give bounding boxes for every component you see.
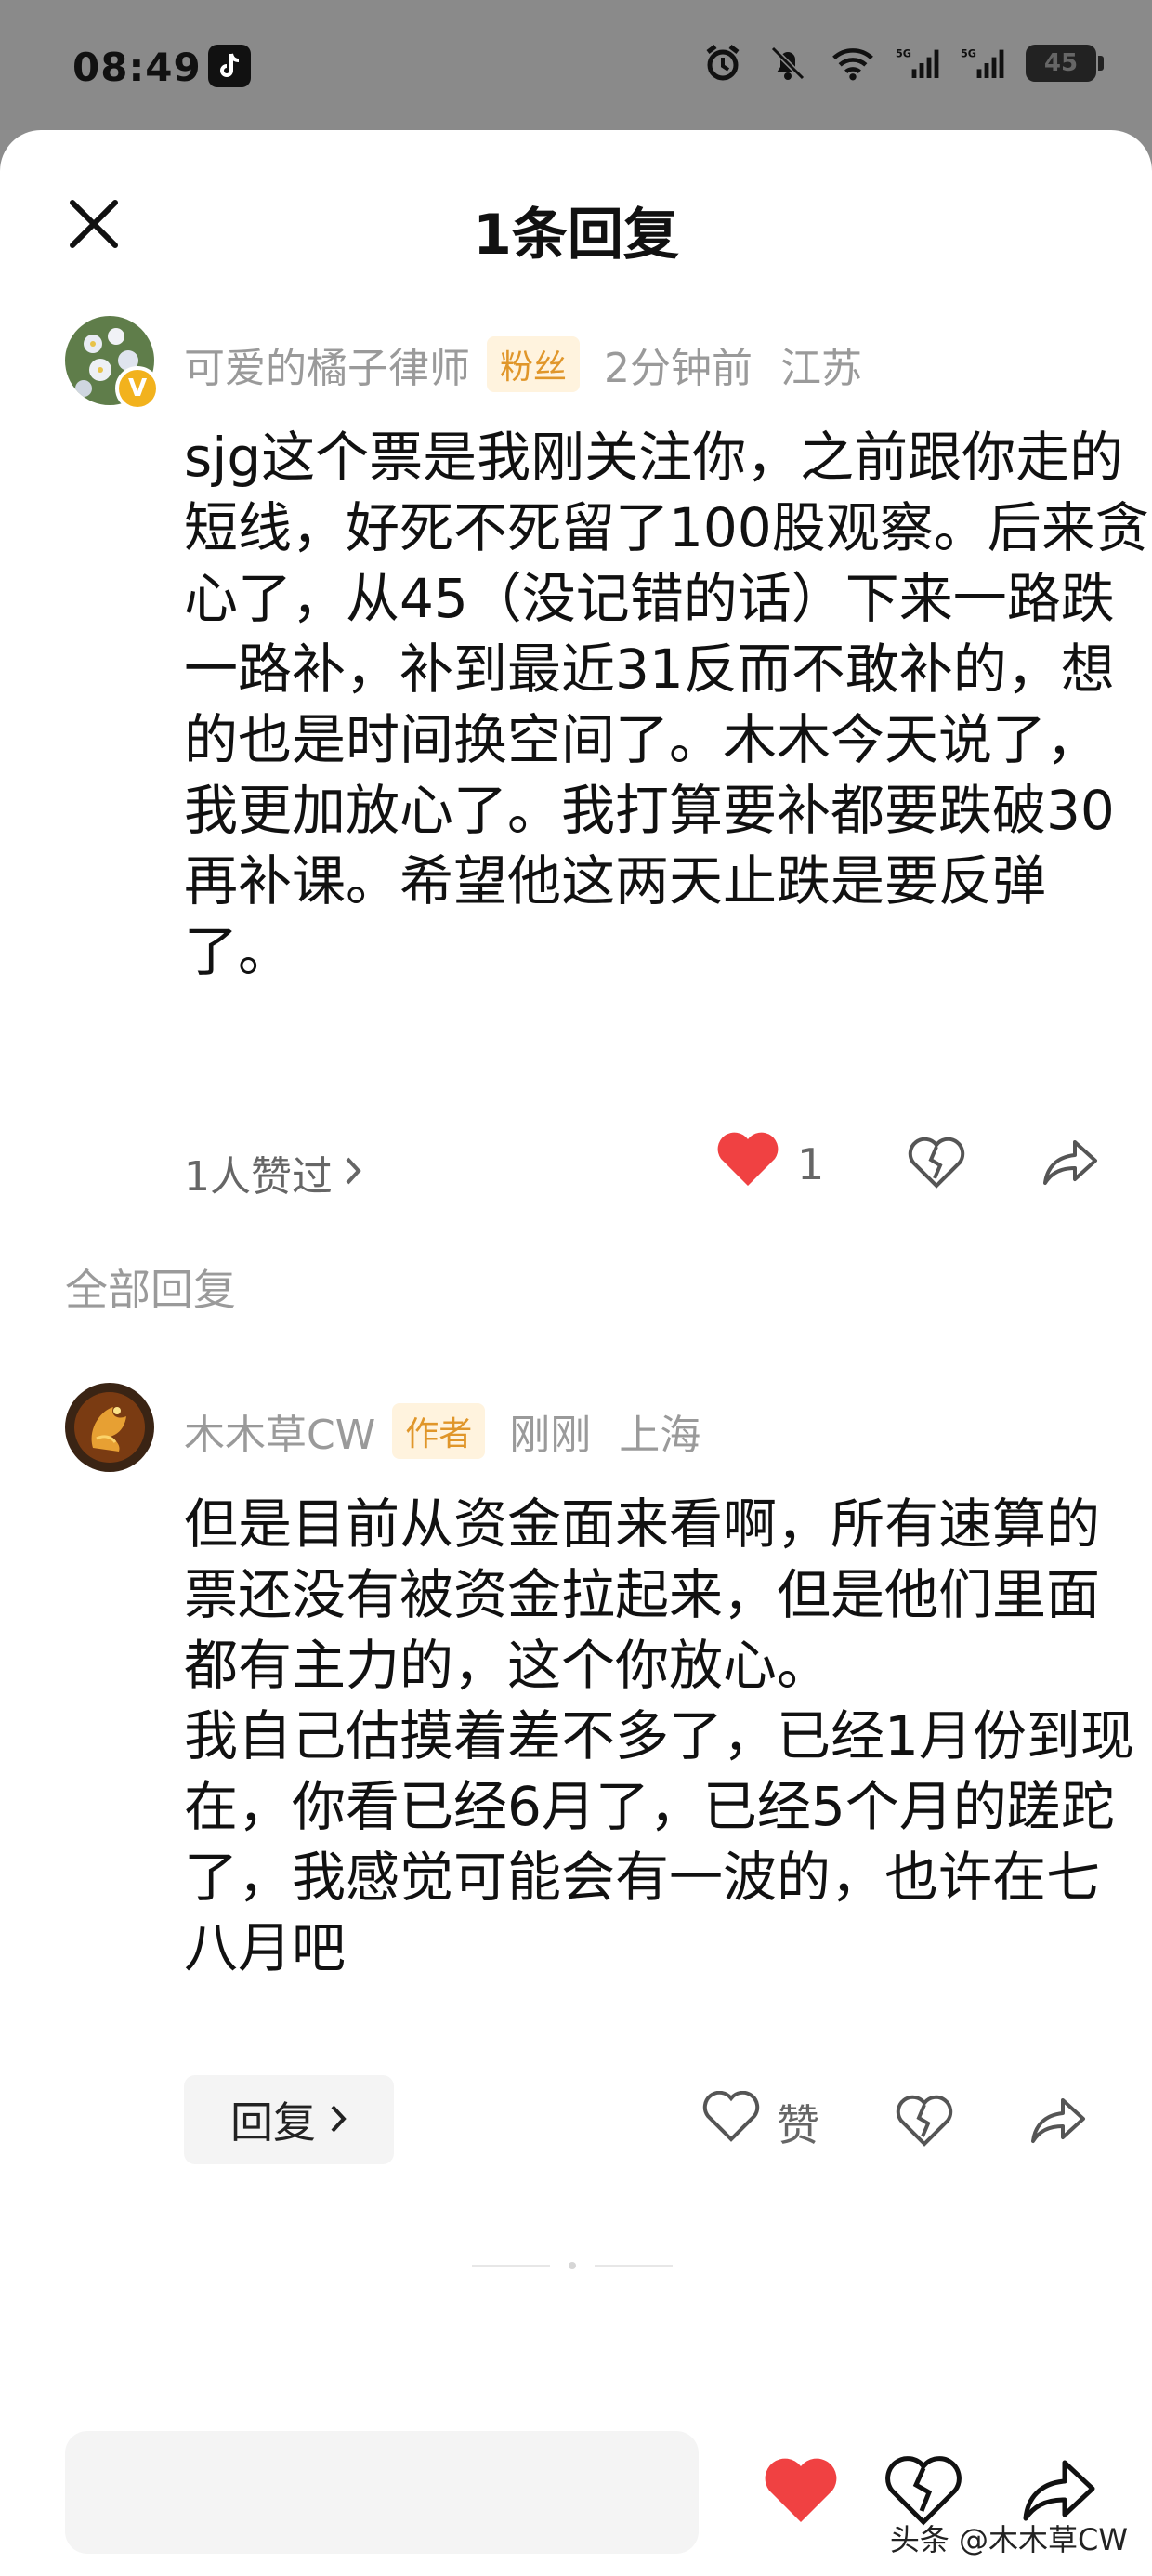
signal-5g-icon: 5G (961, 41, 1005, 85)
divider (472, 2264, 550, 2267)
username[interactable]: 可爱的橘子律师 (184, 335, 470, 394)
avatar[interactable] (65, 1383, 154, 1472)
bottom-bar: 头条 @木木草CW (0, 2398, 1152, 2576)
page-title: 1条回复 (473, 203, 679, 268)
like-button[interactable]: 赞 (702, 2090, 819, 2153)
heart-filled-icon (715, 1130, 780, 1198)
comment-time: 2分钟前 (604, 345, 753, 392)
like-summary-text: 1人赞过 (184, 1153, 333, 1201)
list-end-indicator (472, 2262, 673, 2269)
author-tag: 作者 (392, 1403, 486, 1459)
like-summary-link[interactable]: 1人赞过 (184, 1143, 362, 1203)
reply-button-label: 回复 (230, 2097, 316, 2148)
comment-location: 江苏 (780, 345, 863, 392)
share-icon[interactable] (1029, 2095, 1087, 2150)
section-label: 全部回复 (65, 1265, 236, 1315)
svg-text:5G: 5G (896, 48, 911, 60)
share-icon[interactable] (1041, 1137, 1099, 1192)
status-time: 08:49 (72, 45, 202, 90)
reply-actions: 赞 (702, 2090, 1087, 2153)
battery-icon: 45 (1026, 45, 1104, 82)
reply-text: 但是目前从资金面来看啊，所有速算的票还没有被资金拉起来，但是他们里面都有主力的，… (184, 1492, 1134, 1979)
bell-off-icon (766, 41, 810, 85)
like-label: 赞 (777, 2099, 819, 2150)
tiktok-icon (208, 45, 251, 87)
reply-sheet: 1条回复 V 可爱的橘子律师 粉丝 2分钟前 江苏 sjg这个票是我刚关注你，之… (0, 130, 1152, 2576)
comment-meta: 可爱的橘子律师 粉丝 2分钟前 江苏 (184, 335, 862, 394)
reply-time: 刚刚 (509, 1412, 592, 1459)
divider-dot (569, 2262, 576, 2269)
main-comment-actions: 1 (715, 1130, 1099, 1198)
svg-text:5G: 5G (961, 48, 976, 60)
reply-location: 上海 (619, 1412, 701, 1459)
heart-outline-icon (702, 2090, 760, 2153)
dislike-icon[interactable] (896, 2094, 953, 2151)
alarm-icon (700, 41, 745, 85)
reply-input[interactable] (65, 2431, 699, 2554)
dislike-icon[interactable] (908, 1136, 965, 1193)
signal-5g-icon: 5G (896, 41, 940, 85)
divider (595, 2264, 673, 2267)
reply-comment: 木木草CW 作者 刚刚 上海 但是目前从资金面来看啊，所有速算的票还没有被资金拉… (65, 1383, 1134, 2089)
verified-badge-icon: V (115, 366, 160, 411)
wifi-icon (831, 41, 875, 85)
heart-filled-icon[interactable] (762, 2451, 840, 2530)
username[interactable]: 木木草CW (184, 1401, 375, 1461)
like-count: 1 (797, 1138, 825, 1189)
watermark: 头条 @木木草CW (889, 2522, 1128, 2557)
reply-button[interactable]: 回复 (184, 2075, 394, 2164)
like-button[interactable]: 1 (715, 1130, 824, 1198)
sheet-header: 1条回复 (0, 130, 1152, 307)
main-comment: V 可爱的橘子律师 粉丝 2分钟前 江苏 sjg这个票是我刚关注你，之前跟你走的… (65, 316, 1149, 1245)
fan-tag: 粉丝 (487, 336, 581, 392)
chevron-right-icon (344, 1150, 362, 1197)
status-bar: 08:49 5G 5G 45 (0, 0, 1152, 130)
chevron-right-icon (329, 2095, 347, 2145)
reply-meta: 木木草CW 作者 刚刚 上海 (184, 1401, 700, 1461)
comment-text: sjg这个票是我刚关注你，之前跟你走的短线，好死不死留了100股观察。后来贪心了… (184, 426, 1149, 983)
